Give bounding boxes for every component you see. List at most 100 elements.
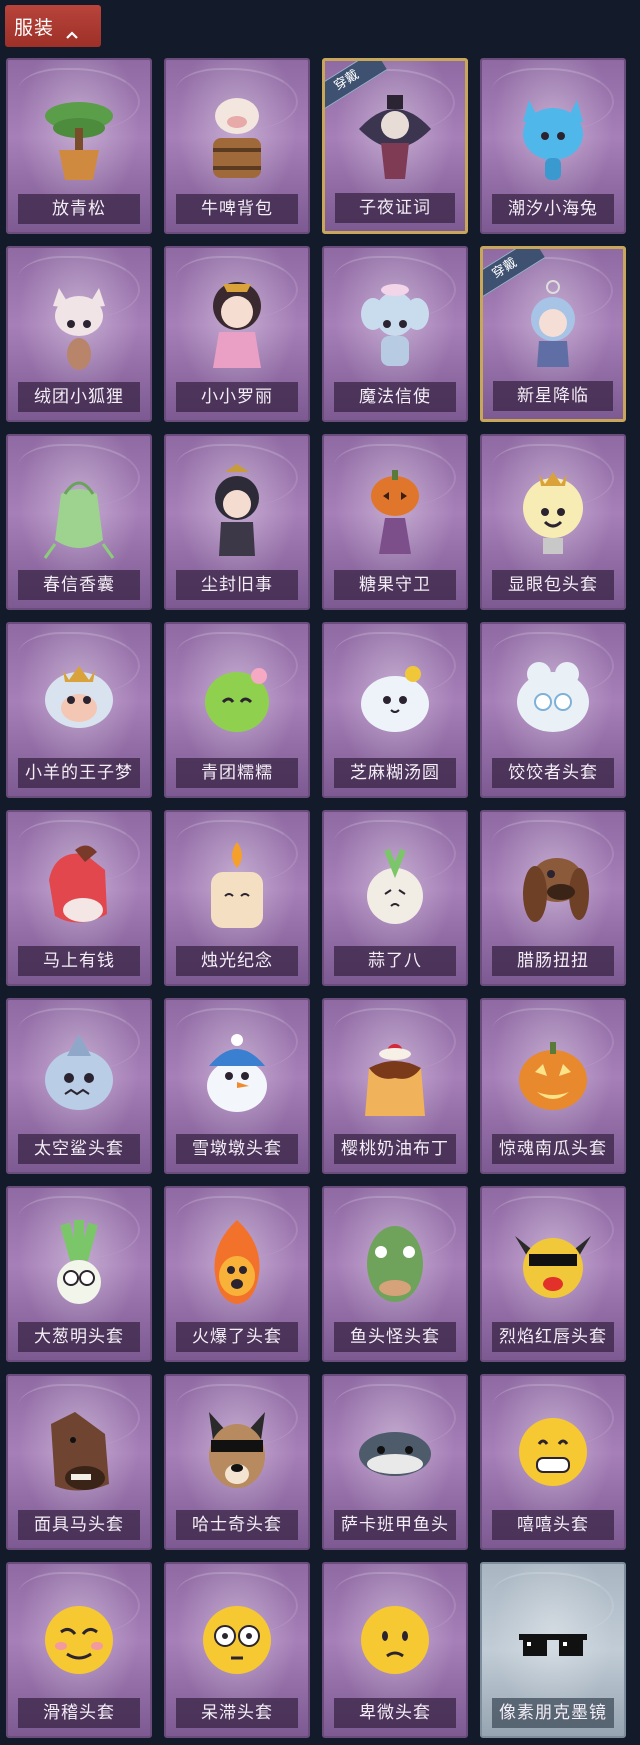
horse-mask-icon [35, 1404, 123, 1500]
costume-card[interactable]: 蒜了八 [322, 810, 468, 986]
costume-name: 大葱明头套 [18, 1322, 140, 1352]
costume-grid: 放青松 牛啤背包 穿戴 子夜证词 潮汐小海兔绒团小狐狸 小小罗丽 魔法信使 穿戴 新星降临春信香… [6, 58, 634, 1738]
costume-card[interactable]: 樱桃奶油布丁 [322, 998, 468, 1174]
costume-name: 太空鲨头套 [18, 1134, 140, 1164]
dachshund-head-icon [509, 840, 597, 936]
costume-name: 哈士奇头套 [176, 1510, 298, 1540]
costume-card[interactable]: 魔法信使 [322, 246, 468, 422]
snowman-head-icon [193, 1028, 281, 1124]
bonsai-pine-icon [35, 88, 123, 184]
costume-name: 牛啤背包 [176, 194, 298, 224]
costume-card[interactable]: 萨卡班甲鱼头 [322, 1374, 468, 1550]
costume-card[interactable]: 哈士奇头套 [164, 1374, 310, 1550]
pumpkin-scarecrow-icon [351, 464, 439, 560]
fish-mask-icon [351, 1216, 439, 1312]
elephant-plush-icon [351, 276, 439, 372]
costume-card[interactable]: 滑稽头套 [6, 1562, 152, 1738]
costume-section-toggle[interactable]: 服装 [5, 5, 101, 47]
costume-card[interactable]: 春信香囊 [6, 434, 152, 610]
costume-name: 小羊的王子梦 [18, 758, 140, 788]
white-rice-ball-icon [351, 652, 439, 748]
jack-o-lantern-icon [509, 1028, 597, 1124]
costume-card[interactable]: 雪墩墩头套 [164, 998, 310, 1174]
cherry-pudding-icon [351, 1028, 439, 1124]
costume-name: 雪墩墩头套 [176, 1134, 298, 1164]
costume-name: 显眼包头套 [492, 570, 614, 600]
costume-name: 魔法信使 [334, 382, 456, 412]
costume-card[interactable]: 烛光纪念 [164, 810, 310, 986]
cow-beer-barrel-icon [193, 88, 281, 184]
costume-card[interactable]: 惊魂南瓜头套 [480, 998, 626, 1174]
costume-card[interactable]: 太空鲨头套 [6, 998, 152, 1174]
costume-card[interactable]: 呆滞头套 [164, 1562, 310, 1738]
lightbulb-head-icon [509, 464, 597, 560]
costume-card[interactable]: 火爆了头套 [164, 1186, 310, 1362]
funny-emoji-icon [35, 1592, 123, 1688]
green-rice-ball-icon [193, 652, 281, 748]
costume-card[interactable]: 腊肠扭扭 [480, 810, 626, 986]
costume-name: 惊魂南瓜头套 [492, 1134, 614, 1164]
costume-name: 蒜了八 [334, 946, 456, 976]
costume-card[interactable]: 糖果守卫 [322, 434, 468, 610]
costume-name: 青团糯糯 [176, 758, 298, 788]
costume-card[interactable]: 烈焰红唇头套 [480, 1186, 626, 1362]
costume-card[interactable]: 芝麻糊汤圆 [322, 622, 468, 798]
costume-card[interactable]: 青团糯糯 [164, 622, 310, 798]
fire-head-icon [193, 1216, 281, 1312]
costume-name: 芝麻糊汤圆 [334, 758, 456, 788]
costume-card[interactable]: 嘻嘻头套 [480, 1374, 626, 1550]
costume-name: 马上有钱 [18, 946, 140, 976]
costume-name: 饺饺者头套 [492, 758, 614, 788]
costume-card[interactable]: 鱼头怪头套 [322, 1186, 468, 1362]
fish-blob-head-icon [351, 1404, 439, 1500]
chibi-detective-icon [193, 464, 281, 560]
sea-bunny-icon [509, 88, 597, 184]
costume-card[interactable]: 马上有钱 [6, 810, 152, 986]
costume-name: 鱼头怪头套 [334, 1322, 456, 1352]
costume-card[interactable]: 卑微头套 [322, 1562, 468, 1738]
costume-card[interactable]: 大葱明头套 [6, 1186, 152, 1362]
star-doll-keychain-icon [509, 277, 597, 373]
costume-card[interactable]: 小羊的王子梦 [6, 622, 152, 798]
costume-name: 子夜证词 [335, 193, 455, 223]
costume-card[interactable]: 面具马头套 [6, 1374, 152, 1550]
costume-card[interactable]: 潮汐小海兔 [480, 58, 626, 234]
costume-card[interactable]: 绒团小狐狸 [6, 246, 152, 422]
doll-girl-icon [193, 276, 281, 372]
costume-card[interactable]: 穿戴 新星降临 [480, 246, 626, 422]
grin-emoji-icon [509, 1404, 597, 1500]
costume-name: 春信香囊 [18, 570, 140, 600]
costume-name: 尘封旧事 [176, 570, 298, 600]
garlic-head-icon [351, 840, 439, 936]
costume-card[interactable]: 穿戴 子夜证词 [322, 58, 468, 234]
costume-card[interactable]: 小小罗丽 [164, 246, 310, 422]
costume-name: 火爆了头套 [176, 1322, 298, 1352]
costume-name: 腊肠扭扭 [492, 946, 614, 976]
costume-card[interactable]: 饺饺者头套 [480, 622, 626, 798]
costume-name: 小小罗丽 [176, 382, 298, 412]
costume-name: 放青松 [18, 194, 140, 224]
costume-name: 新星降临 [493, 381, 613, 411]
sheep-crown-head-icon [35, 652, 123, 748]
costume-name: 潮汐小海兔 [492, 194, 614, 224]
costume-name: 像素朋克墨镜 [492, 1698, 614, 1728]
husky-sunglasses-icon [193, 1404, 281, 1500]
costume-name: 烛光纪念 [176, 946, 298, 976]
costume-name: 绒团小狐狸 [18, 382, 140, 412]
candle-head-icon [193, 840, 281, 936]
shark-head-icon [35, 1028, 123, 1124]
red-horse-head-icon [35, 840, 123, 936]
costume-card[interactable]: 显眼包头套 [480, 434, 626, 610]
costume-card[interactable]: 尘封旧事 [164, 434, 310, 610]
humble-emoji-icon [351, 1592, 439, 1688]
dazed-emoji-icon [193, 1592, 281, 1688]
chevron-up-icon [66, 22, 78, 39]
costume-card[interactable]: 牛啤背包 [164, 58, 310, 234]
costume-card[interactable]: 放青松 [6, 58, 152, 234]
pikachu-sunglasses-icon [509, 1216, 597, 1312]
costume-name: 滑稽头套 [18, 1698, 140, 1728]
costume-card[interactable]: 像素朋克墨镜 [480, 1562, 626, 1738]
costume-name: 樱桃奶油布丁 [334, 1134, 456, 1164]
costume-name: 卑微头套 [334, 1698, 456, 1728]
costume-name: 烈焰红唇头套 [492, 1322, 614, 1352]
